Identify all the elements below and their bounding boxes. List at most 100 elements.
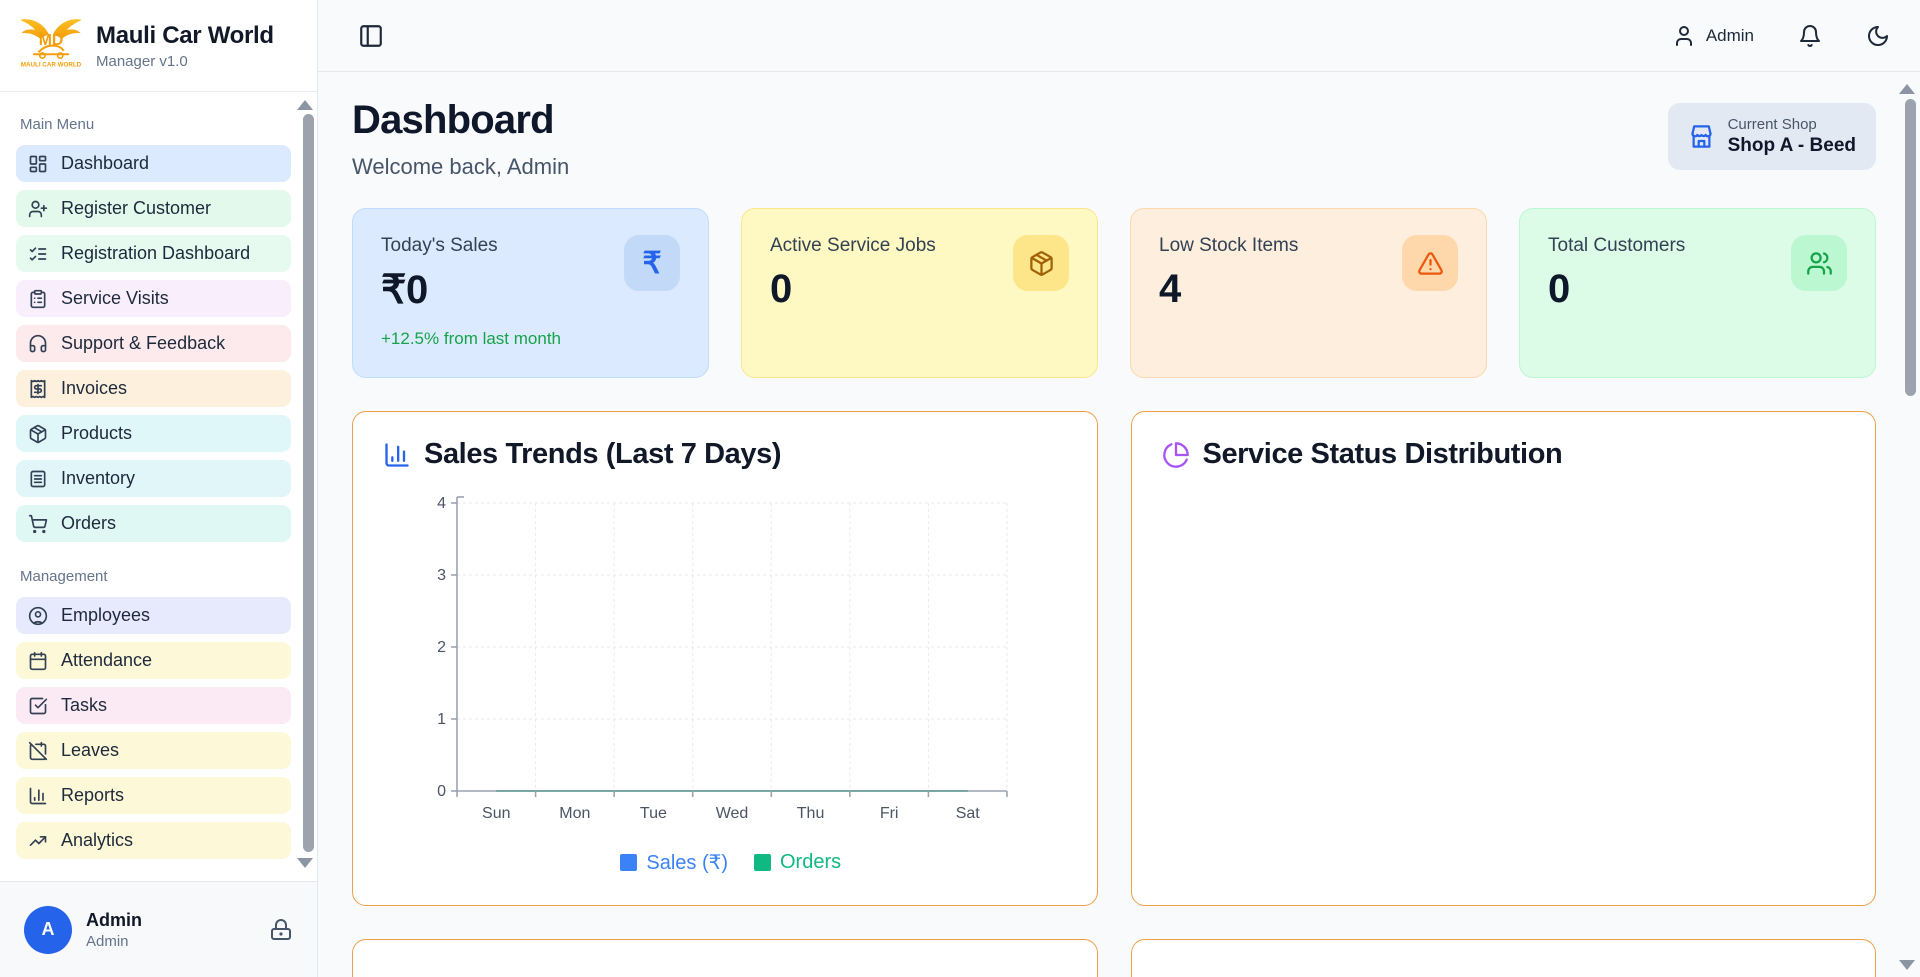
chart-title: Sales Trends (Last 7 Days) [424,438,781,471]
sidebar-item-label: Attendance [61,650,152,671]
legend-item-orders[interactable]: Orders [754,851,841,874]
stat-card-todays-sales: Today's Sales ₹0 +12.5% from last month … [352,208,709,378]
svg-text:0: 0 [437,783,446,800]
svg-text:3: 3 [437,567,446,584]
sidebar-item-employees[interactable]: Employees [16,597,291,634]
shop-badge-value: Shop A - Beed [1728,135,1856,157]
svg-text:MAULI CAR WORLD: MAULI CAR WORLD [21,62,82,69]
shop-badge-label: Current Shop [1728,116,1856,133]
stat-card-total-customers: Total Customers 0 [1519,208,1876,378]
archive-icon [28,469,48,489]
sidebar-scroll-up-arrow[interactable] [297,100,313,110]
sidebar-item-label: Inventory [61,468,135,489]
layout-dashboard-icon [28,154,48,174]
svg-text:4: 4 [437,495,446,512]
list-checks-icon [28,244,48,264]
bar-chart-icon [28,786,48,806]
topbar-user-menu[interactable]: Admin [1672,24,1754,48]
legend-swatch [754,854,771,871]
sidebar-item-inventory[interactable]: Inventory [16,460,291,497]
rupee-icon: ₹ [624,235,680,291]
sidebar-item-analytics[interactable]: Analytics [16,822,291,859]
user-icon [1672,24,1696,48]
topbar: Admin [318,0,1920,72]
legend-item-sales[interactable]: Sales (₹) [620,850,728,875]
svg-text:Sun: Sun [482,805,510,822]
welcome-text: Welcome back, Admin [352,154,569,180]
sales-trends-line-chart: 01234SunMonTueWedThuFriSat [395,489,1067,846]
calendar-off-icon [28,741,48,761]
sidebar-item-orders[interactable]: Orders [16,505,291,542]
sidebar-item-tasks[interactable]: Tasks [16,687,291,724]
sidebar-item-dashboard[interactable]: Dashboard [16,145,291,182]
package-icon [28,424,48,444]
sidebar-item-attendance[interactable]: Attendance [16,642,291,679]
main-scroll-down-arrow[interactable] [1899,960,1915,970]
sidebar-nav: Main Menu Dashboard Register Customer Re… [0,92,317,881]
svg-text:Tue: Tue [640,805,667,822]
sidebar-item-register-customer[interactable]: Register Customer [16,190,291,227]
sidebar-item-registration-dashboard[interactable]: Registration Dashboard [16,235,291,272]
bell-icon[interactable] [1798,24,1822,48]
calendar-icon [28,651,48,671]
sidebar-item-invoices[interactable]: Invoices [16,370,291,407]
alert-triangle-icon [1402,235,1458,291]
footer-user-role: Admin [86,933,142,950]
sidebar-scrollbar-thumb[interactable] [303,114,314,852]
svg-text:Thu: Thu [797,805,825,822]
sidebar-scroll-down-arrow[interactable] [297,858,313,868]
sidebar-toggle-icon[interactable] [358,23,384,49]
sidebar-item-service-visits[interactable]: Service Visits [16,280,291,317]
brand-logo-icon: MD MAULI CAR WORLD [18,14,84,77]
main-area: Admin Dashboard Welcome back, Admin Curr… [318,0,1920,977]
headphones-icon [28,334,48,354]
sidebar-item-reports[interactable]: Reports [16,777,291,814]
user-plus-icon [28,199,48,219]
topbar-user-label: Admin [1706,26,1754,46]
pie-chart-icon [1162,441,1190,469]
svg-text:Mon: Mon [559,805,590,822]
lock-icon[interactable] [269,918,293,942]
sidebar-section-main-menu: Main Menu Dashboard Register Customer Re… [16,116,291,542]
user-circle-icon [28,606,48,626]
current-shop-badge[interactable]: Current Shop Shop A - Beed [1668,103,1876,170]
sidebar-item-label: Products [61,423,132,444]
sidebar-item-support-feedback[interactable]: Support & Feedback [16,325,291,362]
main-scroll-up-arrow[interactable] [1899,84,1915,94]
sidebar-item-leaves[interactable]: Leaves [16,732,291,769]
bar-chart-icon [383,441,411,469]
legend-swatch [620,854,637,871]
users-icon [1791,235,1847,291]
svg-text:Wed: Wed [716,805,749,822]
trending-up-icon [28,831,48,851]
store-icon [1688,123,1715,150]
service-status-card: Service Status Distribution [1131,411,1877,906]
dark-mode-moon-icon[interactable] [1866,24,1890,48]
sidebar-item-label: Registration Dashboard [61,243,250,264]
avatar: A [24,906,72,954]
chart-legend: Sales (₹) Orders [395,850,1067,875]
sidebar-item-label: Register Customer [61,198,211,219]
sidebar-section-management: Management Employees Attendance Tasks Le… [16,568,291,859]
app-window: MD MAULI CAR WORLD Mauli Car World Manag… [0,0,1920,977]
sidebar-item-label: Tasks [61,695,107,716]
sidebar-user-footer: A Admin Admin [0,881,317,977]
sidebar-item-label: Service Visits [61,288,169,309]
stat-card-active-service-jobs: Active Service Jobs 0 [741,208,1098,378]
sidebar-item-label: Invoices [61,378,127,399]
stat-trend-note: +12.5% from last month [381,329,680,349]
task-check-icon [28,696,48,716]
chart-title: Service Status Distribution [1203,438,1563,471]
footer-user-name: Admin [86,910,142,931]
partial-card-right [1131,939,1877,977]
page-title: Dashboard [352,98,569,142]
legend-label: Sales (₹) [646,850,728,875]
receipt-icon [28,379,48,399]
partial-card-left [352,939,1098,977]
svg-text:Sat: Sat [956,805,981,822]
sidebar-item-products[interactable]: Products [16,415,291,452]
main-scrollbar-thumb[interactable] [1905,99,1916,396]
sidebar-item-label: Leaves [61,740,119,761]
clipboard-icon [28,289,48,309]
sidebar-item-label: Dashboard [61,153,149,174]
